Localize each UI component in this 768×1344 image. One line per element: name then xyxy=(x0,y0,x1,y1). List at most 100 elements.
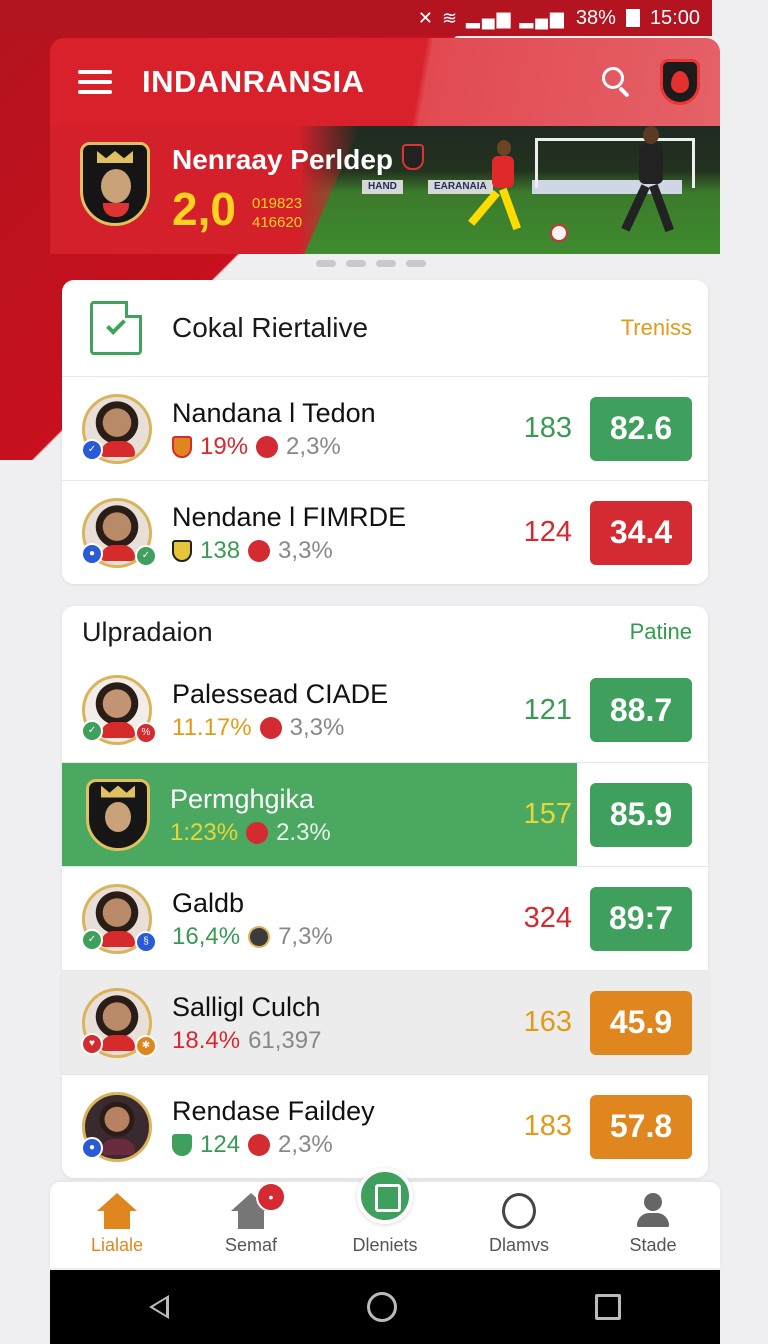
score-badge[interactable]: 88.7 xyxy=(590,678,692,742)
carousel-indicator[interactable] xyxy=(50,260,720,268)
nav-item-dlamvs[interactable]: Dlamvs xyxy=(452,1182,586,1268)
row-count: 324 xyxy=(523,902,572,934)
banner-sub-line2: 416620 xyxy=(252,214,303,231)
club-round-icon xyxy=(248,539,271,562)
stat-secondary: 2,3% xyxy=(286,432,341,460)
score-badge[interactable]: 89:7 xyxy=(590,886,692,951)
player-name: Palessead CIADE xyxy=(172,679,389,709)
back-icon[interactable] xyxy=(149,1295,169,1319)
list-item[interactable]: ✓ % Palessead CIADE 11.17% 3,3% 121 88.7 xyxy=(62,658,708,762)
list-item[interactable]: ✓ Nandana l Tedon 19% 2,3% 183 82.6 xyxy=(62,376,708,480)
row-info: Palessead CIADE 11.17% 3,3% xyxy=(172,678,506,742)
player-dark-figure xyxy=(615,126,685,250)
row-info: Salligl Culch 18.4% 61,397 xyxy=(172,991,506,1055)
row-count: 124 xyxy=(523,516,572,548)
nav-label: Dlamvs xyxy=(488,1235,549,1255)
ball-icon xyxy=(550,224,568,242)
list-item[interactable]: ♥ ✱ Salligl Culch 18.4% 61,397 163 45.9 xyxy=(62,970,708,1074)
center-action-icon[interactable] xyxy=(357,1168,413,1224)
score-badge[interactable]: 34.4 xyxy=(590,500,692,565)
row-info: Rendase Faildey 124 2,3% xyxy=(172,1095,506,1159)
recents-icon[interactable] xyxy=(595,1294,621,1320)
section-card-1: Cokal Riertalive Treniss ✓ Nandana l Ted… xyxy=(62,280,708,584)
list-item-selected[interactable]: Permghgika 1:23% 2.3% 157 85.9 xyxy=(62,762,708,866)
stat-primary: 16,4% xyxy=(172,922,241,950)
carousel-dot[interactable] xyxy=(376,260,396,267)
hero-banner[interactable]: HAND EARANAIA Nenraay Perldep 2,0 019823… xyxy=(50,126,720,254)
bottom-navigation: Lialale • Semaf Dleniets Dlamvs Stade xyxy=(50,1168,720,1268)
stat-primary: 1:23% xyxy=(170,818,239,846)
row-stats: 138 3,3% xyxy=(172,537,506,565)
stat-secondary: 61,397 xyxy=(248,1026,322,1054)
nav-label: Lialale xyxy=(90,1235,144,1255)
club-round-icon xyxy=(248,925,271,948)
section-link[interactable]: Treniss xyxy=(621,315,692,341)
home-circle-icon[interactable] xyxy=(367,1292,397,1322)
score-badge[interactable]: 82.6 xyxy=(590,396,692,461)
status-bar: ✕ ≋ ▂▄▆ ▂▄▆ 38% 15:00 xyxy=(0,0,712,36)
section-link[interactable]: Patine xyxy=(630,619,692,645)
section-title: Ulpradaion xyxy=(82,616,213,647)
club-round-icon xyxy=(259,717,282,739)
avatar: ✓ § xyxy=(81,883,157,954)
banner-score: 2,0 xyxy=(172,183,236,235)
avatar: ♥ ✱ xyxy=(81,987,157,1058)
avatar: ✓ xyxy=(81,393,152,464)
list-item[interactable]: ✓ § Galdb 16,4% 7,3% 324 89:7 xyxy=(62,866,708,970)
stat-secondary: 3,3% xyxy=(289,714,345,741)
stat-primary: 124 xyxy=(200,1130,241,1158)
banner-title: Nenraay Perldep xyxy=(172,144,393,175)
row-info: Nendane l FIMRDE 138 3,3% xyxy=(172,501,506,565)
player-name: Salligl Culch xyxy=(172,991,321,1022)
club-round-icon xyxy=(246,821,269,844)
nav-item-home[interactable]: Lialale xyxy=(50,1182,184,1268)
row-stats: 16,4% 7,3% xyxy=(172,923,506,951)
row-stats: 18.4% 61,397 xyxy=(172,1027,506,1055)
club-shield-icon xyxy=(172,435,192,458)
status-icons: ✕ ≋ ▂▄▆ ▂▄▆ xyxy=(417,7,566,28)
hamburger-icon[interactable] xyxy=(78,70,112,94)
battery-level: 38% xyxy=(575,6,616,29)
list-item[interactable]: ● ✓ Nendane l FIMRDE 138 3,3% 124 34.4 xyxy=(62,480,708,584)
row-count: 163 xyxy=(523,1006,572,1038)
nav-label: Dleniets xyxy=(352,1235,418,1255)
list-item[interactable]: ● Rendase Faildey 124 2,3% 183 57.8 xyxy=(62,1074,708,1178)
check-icon: ✓ xyxy=(81,720,103,742)
club-icon: % xyxy=(135,722,157,744)
row-count: 183 xyxy=(523,412,572,444)
row-count: 183 xyxy=(523,1110,572,1142)
medal-icon xyxy=(502,1193,536,1229)
row-stats: 11.17% 3,3% xyxy=(172,714,506,742)
banner-sub-line1: 019823 xyxy=(252,195,303,212)
club-crest-icon xyxy=(80,142,150,226)
score-badge[interactable]: 85.9 xyxy=(590,782,692,847)
nav-item-dleniets[interactable]: Dleniets xyxy=(318,1168,452,1268)
search-icon[interactable] xyxy=(600,65,634,99)
club-shield-icon xyxy=(172,539,192,562)
row-info: Permghgika 1:23% 2.3% xyxy=(170,783,506,847)
heart-icon: ♥ xyxy=(81,1032,103,1055)
check-icon: ✓ xyxy=(135,544,157,567)
document-check-icon xyxy=(90,301,142,355)
nav-label: Stade xyxy=(629,1235,677,1255)
club-mini-badge-icon xyxy=(402,144,424,170)
notification-badge: • xyxy=(256,1182,286,1212)
team-badge-icon[interactable] xyxy=(660,59,700,105)
score-badge[interactable]: 57.8 xyxy=(590,1094,692,1159)
score-badge[interactable]: 45.9 xyxy=(590,990,692,1055)
stat-secondary: 2,3% xyxy=(278,1130,333,1158)
row-stats: 1:23% 2.3% xyxy=(170,819,506,847)
nav-item-stade[interactable]: Stade xyxy=(586,1182,720,1268)
app-title: INDANRANSIA xyxy=(142,64,365,99)
carousel-dot[interactable] xyxy=(406,260,426,267)
stat-secondary: 3,3% xyxy=(278,536,333,564)
carousel-dot[interactable] xyxy=(316,260,336,267)
top-app-bar: INDANRANSIA xyxy=(50,38,720,126)
club-round-icon xyxy=(248,1133,271,1156)
row-stats: 19% 2,3% xyxy=(172,433,506,461)
nav-item-semaf[interactable]: • Semaf xyxy=(184,1182,318,1268)
player-name: Galdb xyxy=(172,887,245,918)
person-icon xyxy=(635,1193,671,1229)
stat-primary: 19% xyxy=(200,432,249,460)
carousel-dot[interactable] xyxy=(346,260,366,267)
